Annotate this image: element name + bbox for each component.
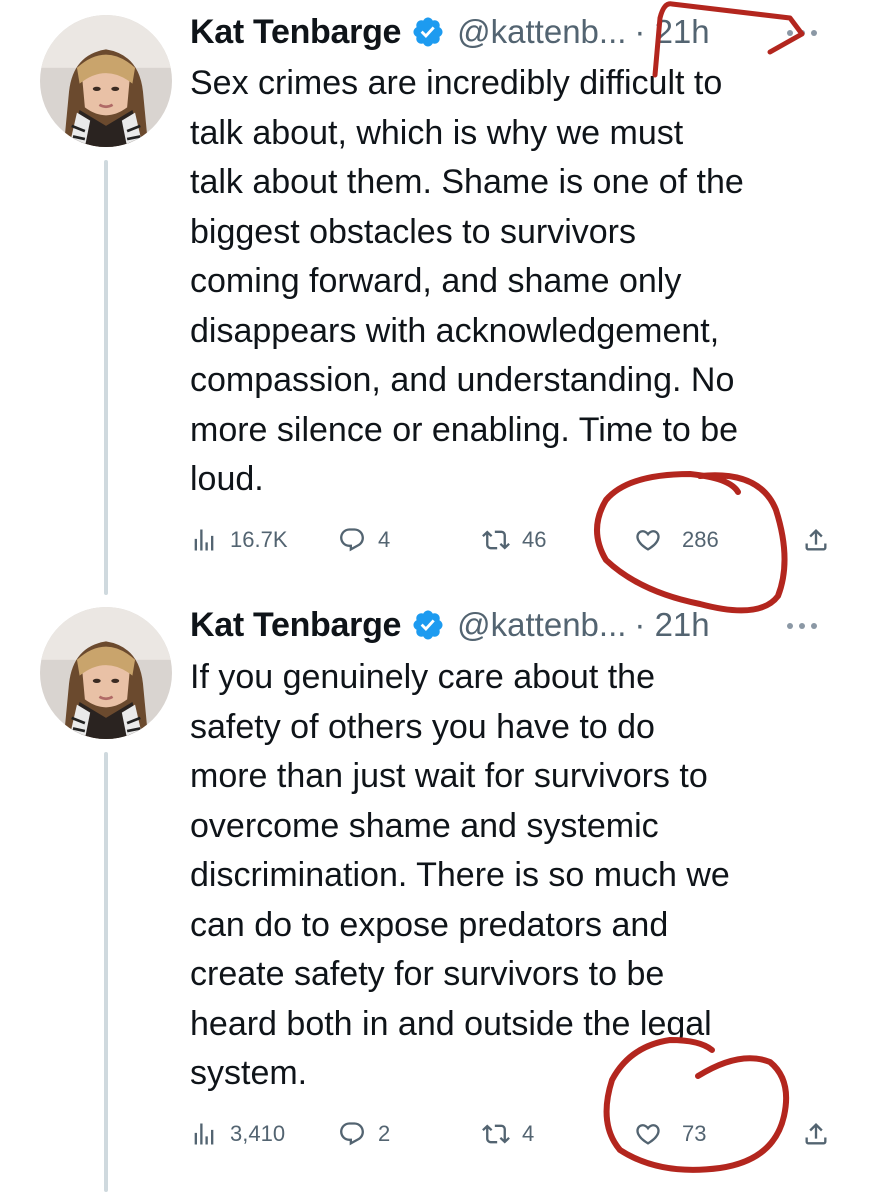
retweet-button[interactable]: 4 bbox=[482, 1114, 534, 1154]
views-icon bbox=[194, 529, 214, 551]
tweet-actions: 3,410 2 4 73 bbox=[190, 1114, 840, 1154]
reply-button[interactable]: 2 bbox=[338, 1114, 390, 1154]
views-button[interactable]: 3,410 bbox=[190, 1114, 285, 1154]
tweet-header: Kat Tenbarge @kattenb... · 21h bbox=[190, 603, 710, 647]
like-icon bbox=[636, 530, 660, 551]
tweet-timestamp[interactable]: · 21h bbox=[634, 606, 709, 644]
author-name[interactable]: Kat Tenbarge bbox=[190, 606, 401, 645]
tweet-timestamp[interactable]: · 21h bbox=[634, 13, 709, 51]
like-count: 286 bbox=[682, 527, 719, 552]
reply-icon bbox=[340, 528, 364, 552]
thread-line bbox=[104, 752, 108, 1192]
like-button[interactable]: 73 bbox=[634, 1114, 706, 1154]
tweet-text: If you genuinely care about the safety o… bbox=[190, 658, 730, 1092]
reply-icon bbox=[340, 1122, 364, 1146]
views-count: 3,410 bbox=[230, 1121, 286, 1146]
views-button[interactable]: 16.7K bbox=[190, 520, 288, 560]
retweet-button[interactable]: 46 bbox=[482, 520, 546, 560]
thread-line bbox=[104, 160, 108, 595]
verified-badge-icon bbox=[413, 610, 443, 640]
more-icon[interactable] bbox=[782, 619, 822, 633]
retweet-icon bbox=[482, 1124, 510, 1144]
like-button[interactable]: 286 bbox=[634, 520, 719, 560]
avatar-photo bbox=[40, 607, 172, 739]
retweet-icon bbox=[482, 530, 510, 550]
retweet-count: 46 bbox=[522, 527, 547, 552]
like-icon bbox=[636, 1124, 660, 1145]
avatar[interactable] bbox=[40, 15, 172, 147]
share-icon[interactable] bbox=[802, 1120, 830, 1148]
like-count: 73 bbox=[682, 1121, 707, 1146]
avatar-photo bbox=[40, 15, 172, 147]
verified-badge-icon bbox=[413, 17, 443, 47]
reply-count: 2 bbox=[378, 1121, 391, 1146]
tweet-actions: 16.7K 4 46 286 bbox=[190, 520, 840, 560]
tweet-text: Sex crimes are incredibly difficult to t… bbox=[190, 64, 744, 498]
share-icon[interactable] bbox=[802, 526, 830, 554]
reply-button[interactable]: 4 bbox=[338, 520, 390, 560]
author-handle[interactable]: @kattenb... bbox=[457, 13, 626, 51]
reply-count: 4 bbox=[378, 527, 391, 552]
author-handle[interactable]: @kattenb... bbox=[457, 606, 626, 644]
tweet-header: Kat Tenbarge @kattenb... · 21h bbox=[190, 10, 710, 54]
views-count: 16.7K bbox=[230, 527, 288, 552]
retweet-count: 4 bbox=[522, 1121, 535, 1146]
views-icon bbox=[194, 1123, 214, 1145]
more-icon[interactable] bbox=[782, 26, 822, 40]
author-name[interactable]: Kat Tenbarge bbox=[190, 13, 401, 52]
avatar[interactable] bbox=[40, 607, 172, 739]
